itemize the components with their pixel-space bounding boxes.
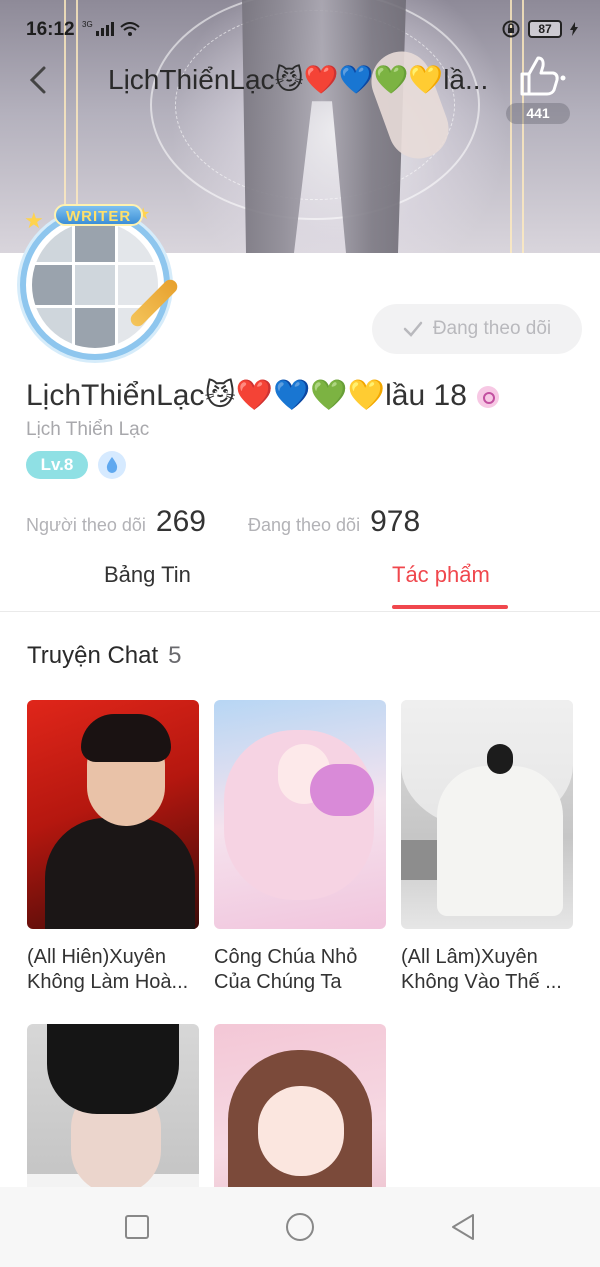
tab-works[interactable]: Tác phẩm xyxy=(392,562,490,588)
like-count: 441 xyxy=(506,103,570,124)
following-label: Đang theo dõi xyxy=(247,515,361,535)
profile-name: LịchThiểnLạc😼❤️💙💚💛lầu 18 xyxy=(26,378,499,413)
story-title[interactable]: (All Lâm)Xuyên Không Vào Thế ... xyxy=(401,945,577,995)
section-title: Truyện Chat 5 xyxy=(27,642,182,670)
story-card[interactable]: (All Lâm)Xuyên Không Vào Thế ... xyxy=(401,700,573,995)
system-navigation-bar xyxy=(0,1187,600,1267)
profile-username: Lịch Thiển Lạc xyxy=(26,419,150,440)
following-button[interactable]: Đang theo dõi xyxy=(372,304,582,354)
story-title[interactable]: (All Hiên)Xuyên Không Làm Hoà... xyxy=(27,945,203,995)
story-card[interactable]: (All Hiên)Xuyên Không Làm Hoà... xyxy=(27,700,199,995)
charging-icon xyxy=(570,22,578,36)
profile-name-text: LịchThiểnLạc😼❤️💙💚💛lầu 18 xyxy=(26,379,467,412)
following-button-label: Đang theo dõi xyxy=(432,318,552,339)
drop-icon xyxy=(98,451,126,479)
search-badge-icon xyxy=(476,386,499,409)
profile-tabs: Bảng Tin Tác phẩm xyxy=(0,560,600,612)
wifi-icon xyxy=(120,21,140,36)
level-badge: Lv.8 xyxy=(26,451,88,479)
status-right: 87 xyxy=(502,20,578,38)
writer-badge: WRITER xyxy=(54,204,144,226)
profile-stats: Người theo dõi 269 Đang theo dõi 978 xyxy=(26,505,420,539)
back-nav-button[interactable] xyxy=(448,1212,478,1242)
back-button[interactable] xyxy=(22,60,58,100)
story-card[interactable]: Công Chúa Nhỏ Của Chúng Ta xyxy=(214,700,386,995)
followers-count[interactable]: 269 xyxy=(156,505,206,539)
story-cover[interactable] xyxy=(27,700,199,929)
like-button[interactable] xyxy=(514,52,566,100)
story-cover[interactable] xyxy=(401,700,573,929)
status-bar: 16:12 3G 87 xyxy=(0,0,600,60)
status-time: 16:12 xyxy=(26,19,75,40)
followers-label: Người theo dõi xyxy=(26,515,146,535)
thumbs-up-icon xyxy=(520,56,566,96)
lock-rotation-icon xyxy=(502,20,520,38)
following-count[interactable]: 978 xyxy=(370,505,420,539)
section-count: 5 xyxy=(168,642,182,669)
signal-icon xyxy=(96,21,115,36)
square-icon xyxy=(125,1215,149,1239)
avatar-collage xyxy=(32,222,158,348)
story-title[interactable]: Công Chúa Nhỏ Của Chúng Ta xyxy=(214,945,390,995)
story-cover[interactable] xyxy=(214,700,386,929)
chevron-left-icon xyxy=(29,66,46,94)
section-title-text: Truyện Chat xyxy=(27,642,159,669)
circle-icon xyxy=(286,1213,314,1241)
avatar-frame[interactable]: ★ ★ WRITER xyxy=(6,196,186,366)
star-icon: ★ xyxy=(24,208,44,233)
home-button[interactable] xyxy=(285,1212,315,1242)
check-icon xyxy=(403,321,423,337)
tab-feed[interactable]: Bảng Tin xyxy=(104,562,191,588)
recents-button[interactable] xyxy=(122,1212,152,1242)
tab-active-indicator xyxy=(392,605,508,609)
triangle-back-icon xyxy=(452,1214,474,1240)
signal-indicator: 3G xyxy=(82,20,140,36)
network-type: 3G xyxy=(82,20,93,29)
nav-title: LịchThiểnLạc😼❤️💙💚💛lầ... xyxy=(108,64,489,95)
battery-indicator: 87 xyxy=(528,20,562,38)
